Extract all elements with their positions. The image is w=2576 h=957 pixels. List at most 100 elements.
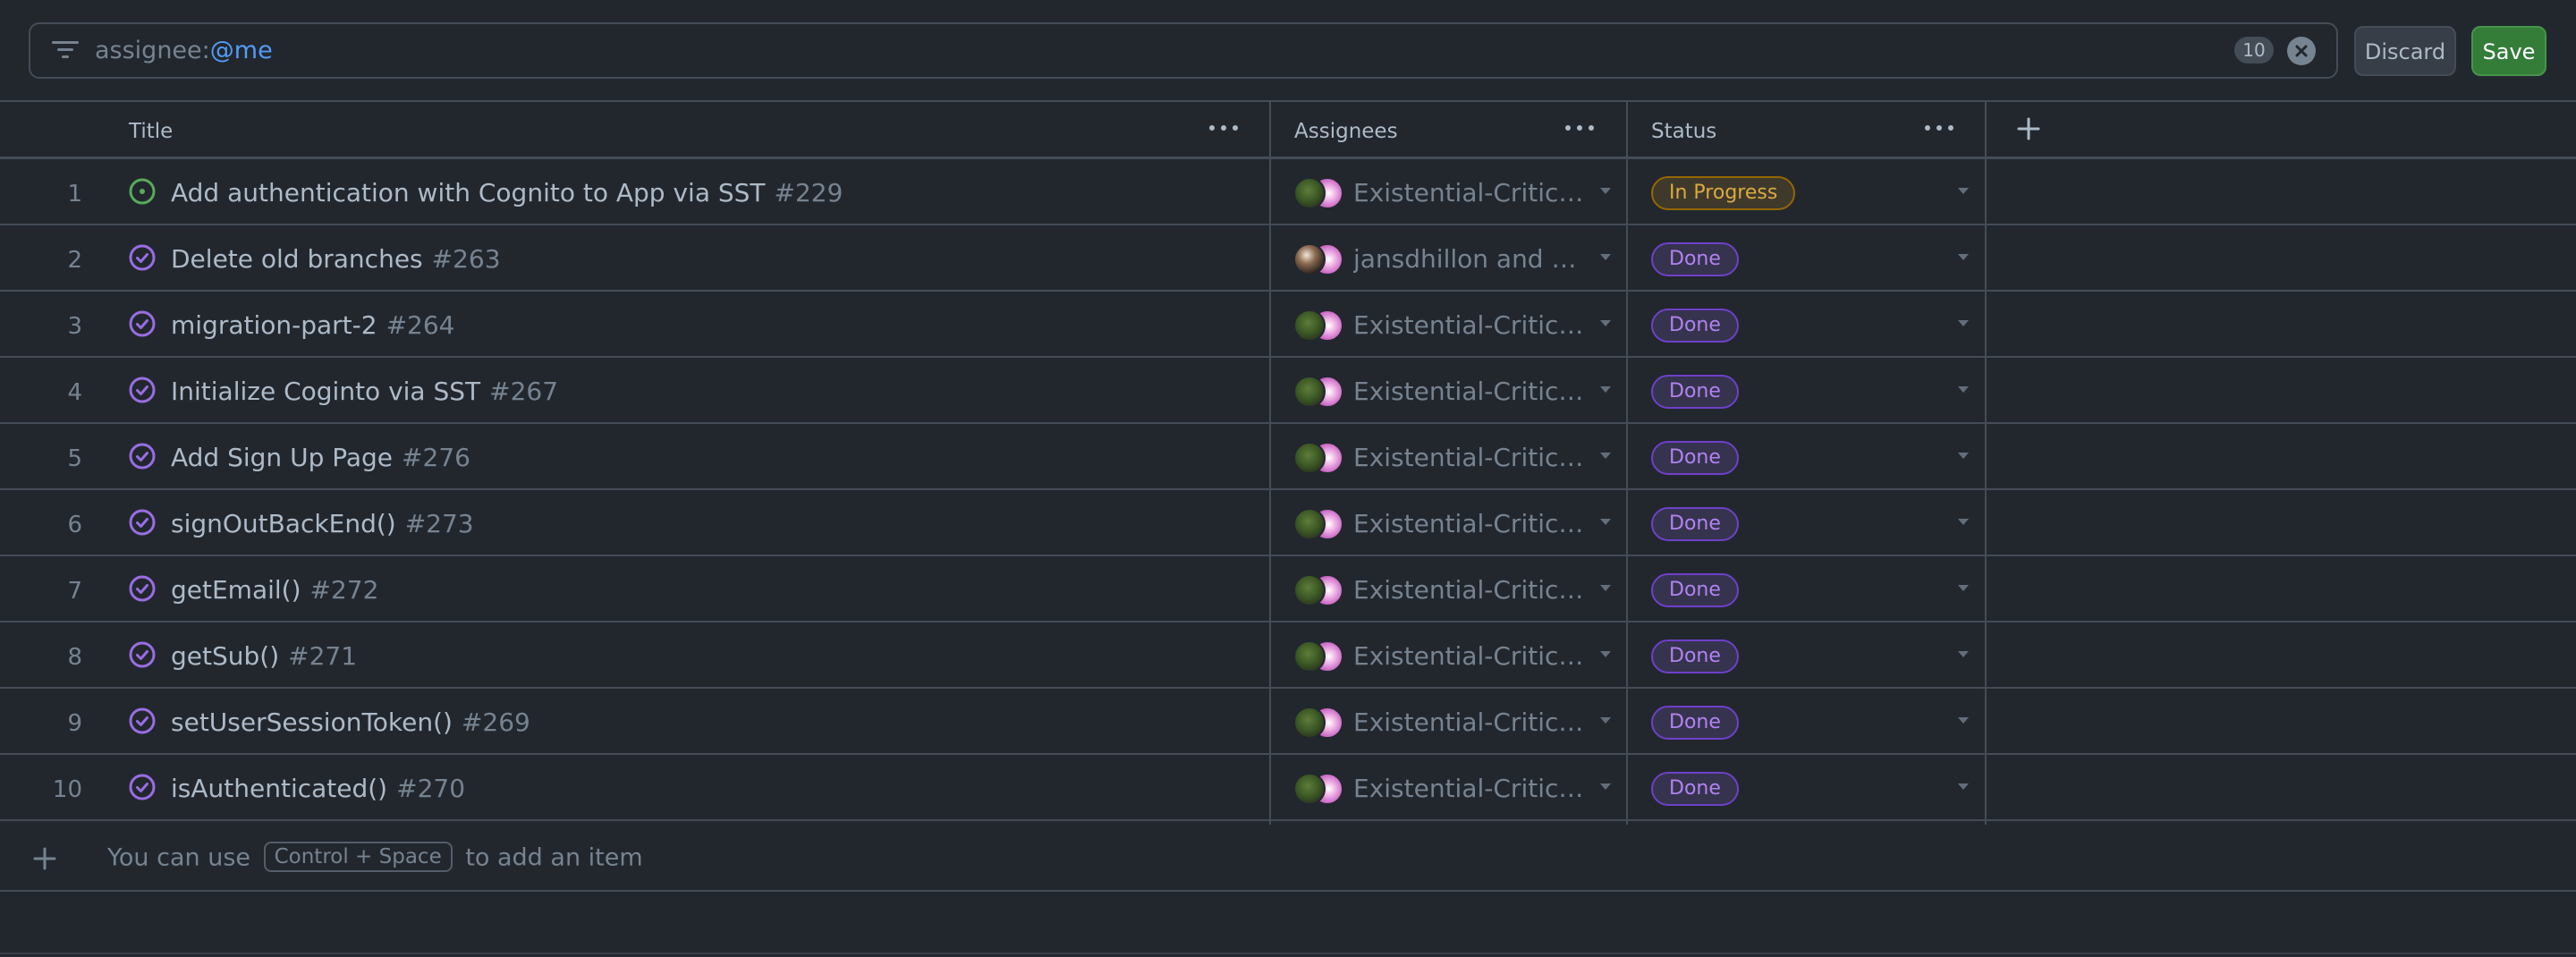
row-number: 2 — [67, 247, 82, 274]
status-dropdown-icon[interactable] — [1958, 453, 1969, 459]
save-button[interactable]: Save — [2471, 26, 2546, 76]
item-title[interactable]: getEmail() — [171, 575, 301, 605]
item-title-cell[interactable]: Add Sign Up Page #276 — [171, 443, 470, 472]
status-dropdown-icon[interactable] — [1958, 386, 1969, 393]
result-count-badge: 10 — [2234, 37, 2274, 64]
assignees-dropdown-icon[interactable] — [1600, 320, 1611, 326]
table-row[interactable]: 4 Initialize Coginto via SST #267 Existenti… — [0, 358, 2576, 424]
assignees-text[interactable]: Existential-Critic and N0tEnoughTime — [1353, 774, 1588, 803]
status-badge: Done — [1651, 309, 1739, 343]
item-title[interactable]: Add Sign Up Page — [171, 443, 393, 472]
status-column-menu-icon[interactable] — [1925, 125, 1955, 132]
issue-number: #270 — [396, 774, 466, 803]
assignees-dropdown-icon[interactable] — [1600, 188, 1611, 194]
add-field-plus-icon[interactable] — [2016, 116, 2041, 141]
discard-button[interactable]: Discard — [2354, 26, 2456, 76]
assignee-avatars — [1293, 574, 1347, 606]
assignees-dropdown-icon[interactable] — [1600, 453, 1611, 459]
column-header-title[interactable]: Title — [129, 102, 1265, 157]
item-title[interactable]: setUserSessionToken() — [171, 707, 453, 737]
status-dropdown-icon[interactable] — [1958, 651, 1969, 657]
assignees-text[interactable]: Existential-Critic and N0tEnoughTime — [1353, 178, 1588, 207]
table-row[interactable]: 2 Delete old branches #263 jansdhillon and … — [0, 225, 2576, 292]
title-column-menu-icon[interactable] — [1209, 125, 1240, 132]
filter-query[interactable]: assignee:@me — [95, 24, 273, 77]
item-title[interactable]: signOutBackEnd() — [171, 509, 396, 538]
assignees-text[interactable]: Existential-Critic and N0tEnoughTime — [1353, 575, 1588, 605]
assignees-text[interactable]: Existential-Critic and N0tEnoughTime — [1353, 707, 1588, 737]
item-title[interactable]: Delete old branches — [171, 244, 423, 274]
assignees-text[interactable]: Existential-Critic and N0tEnoughTime — [1353, 509, 1588, 538]
assignees-dropdown-icon[interactable] — [1600, 519, 1611, 525]
status-dropdown-icon[interactable] — [1958, 717, 1969, 724]
item-title-cell[interactable]: getEmail() #272 — [171, 575, 378, 605]
column-header-status[interactable]: Status — [1651, 102, 1982, 157]
item-title-cell[interactable]: signOutBackEnd() #273 — [171, 509, 474, 538]
avatar — [1293, 508, 1326, 540]
status-badge: Done — [1651, 772, 1739, 806]
table-row[interactable]: 10 isAuthenticated() #270 Existential-Criti… — [0, 755, 2576, 821]
item-title-cell[interactable]: getSub() #271 — [171, 641, 357, 671]
status-dropdown-icon[interactable] — [1958, 783, 1969, 790]
issue-opened-icon — [129, 178, 156, 205]
status-dropdown-icon[interactable] — [1958, 519, 1969, 525]
table-row[interactable]: 8 getSub() #271 Existential-Critic and N0tE… — [0, 622, 2576, 689]
table-row[interactable]: 6 signOutBackEnd() #273 Existential-Critic … — [0, 490, 2576, 556]
issue-closed-icon — [129, 377, 156, 403]
row-number: 3 — [67, 313, 82, 340]
assignees-dropdown-icon[interactable] — [1600, 254, 1611, 260]
table-row[interactable]: 5 Add Sign Up Page #276 Existential-Critic … — [0, 424, 2576, 490]
item-title[interactable]: getSub() — [171, 641, 279, 671]
assignees-column-menu-icon[interactable] — [1565, 125, 1596, 132]
table-row[interactable]: 7 getEmail() #272 Existential-Critic and N0… — [0, 556, 2576, 622]
status-badge: Done — [1651, 441, 1739, 475]
filter-key: assignee: — [95, 37, 210, 64]
item-title[interactable]: Add authentication with Cognito to App v… — [171, 178, 766, 207]
item-title[interactable]: isAuthenticated() — [171, 774, 387, 803]
status-badge: Done — [1651, 242, 1739, 276]
assignees-dropdown-icon[interactable] — [1600, 585, 1611, 591]
status-dropdown-icon[interactable] — [1958, 585, 1969, 591]
assignees-dropdown-icon[interactable] — [1600, 651, 1611, 657]
table-row[interactable]: 9 setUserSessionToken() #269 Existential-Cr… — [0, 689, 2576, 755]
item-title[interactable]: Initialize Coginto via SST — [171, 377, 480, 406]
assignees-text[interactable]: Existential-Critic and N0tEnoughTime — [1353, 443, 1588, 472]
status-dropdown-icon[interactable] — [1958, 320, 1969, 326]
row-number: 5 — [67, 445, 82, 472]
assignees-text[interactable]: Existential-Critic and N0tEnoughTime — [1353, 310, 1588, 340]
avatar — [1293, 574, 1326, 606]
row-number: 8 — [67, 644, 82, 671]
assignee-avatars — [1293, 309, 1347, 342]
item-title-cell[interactable]: Add authentication with Cognito to App v… — [171, 178, 843, 207]
assignees-text[interactable]: Existential-Critic and N0tEnoughTime — [1353, 641, 1588, 671]
status-dropdown-icon[interactable] — [1958, 254, 1969, 260]
item-title-cell[interactable]: setUserSessionToken() #269 — [171, 707, 530, 737]
add-item-plus-icon[interactable] — [32, 846, 57, 871]
item-title[interactable]: migration-part-2 — [171, 310, 377, 340]
add-item-row[interactable]: You can use Control + Space to add an it… — [0, 825, 2576, 892]
avatar — [1293, 707, 1326, 739]
status-dropdown-icon[interactable] — [1958, 188, 1969, 194]
item-title-cell[interactable]: isAuthenticated() #270 — [171, 774, 465, 803]
item-title-cell[interactable]: migration-part-2 #264 — [171, 310, 454, 340]
filter-input[interactable]: assignee:@me 10 — [29, 22, 2338, 79]
column-header-assignees[interactable]: Assignees — [1294, 102, 1625, 157]
clear-filter-button[interactable] — [2287, 37, 2316, 65]
assignees-dropdown-icon[interactable] — [1600, 717, 1611, 724]
status-badge: Done — [1651, 639, 1739, 673]
avatar — [1293, 243, 1326, 275]
bottom-divider — [0, 953, 2576, 954]
assignees-dropdown-icon[interactable] — [1600, 386, 1611, 393]
table-row[interactable]: 3 migration-part-2 #264 Existential-Critic … — [0, 292, 2576, 358]
status-badge: Done — [1651, 706, 1739, 740]
assignees-dropdown-icon[interactable] — [1600, 783, 1611, 790]
item-title-cell[interactable]: Delete old branches #263 — [171, 244, 501, 274]
assignees-text[interactable]: jansdhillon and N0tEnoughTime — [1353, 244, 1588, 274]
issue-closed-icon — [129, 310, 156, 337]
assignees-text[interactable]: Existential-Critic and N0tEnoughTime — [1353, 377, 1588, 406]
row-number: 9 — [67, 710, 82, 737]
item-title-cell[interactable]: Initialize Coginto via SST #267 — [171, 377, 558, 406]
x-icon — [2295, 45, 2308, 57]
row-number: 6 — [67, 512, 82, 538]
table-row[interactable]: 1 Add authentication with Cognito to App … — [0, 159, 2576, 225]
